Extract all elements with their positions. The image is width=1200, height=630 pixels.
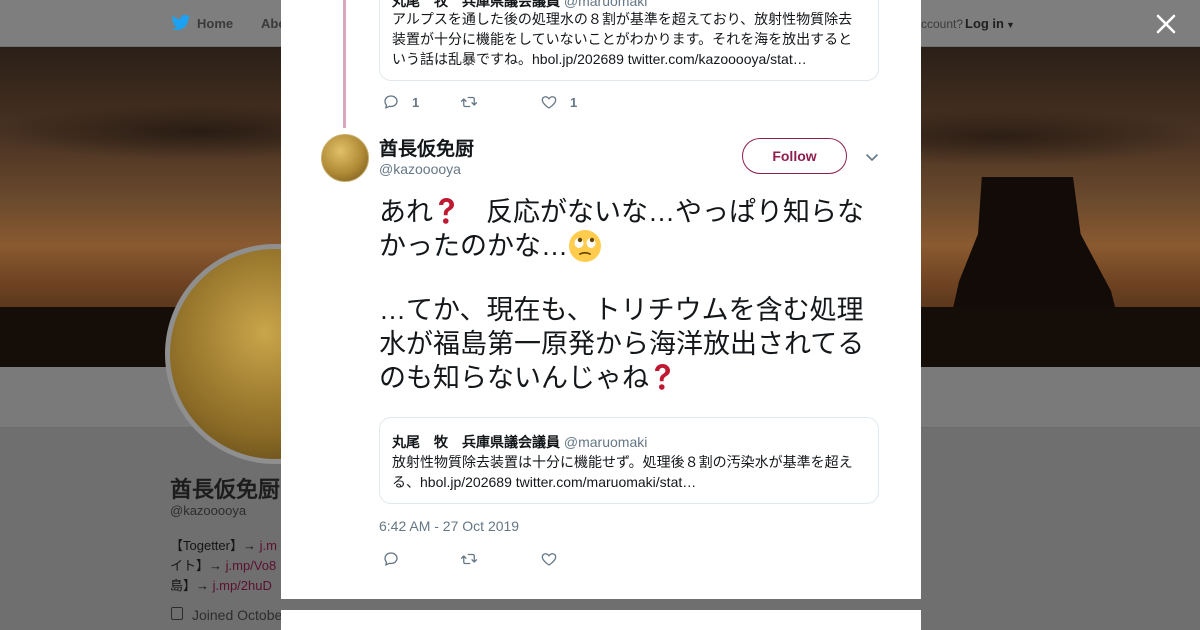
reply-action[interactable]: [382, 550, 400, 568]
profile-joined-date: Joined Octobe: [192, 607, 283, 623]
heart-icon: [541, 96, 557, 109]
like-action[interactable]: 1: [540, 93, 577, 111]
profile-bio-line: イト】→ j.mp/Vo8: [170, 558, 277, 573]
account-prompt: ccount?: [921, 17, 964, 31]
follow-button[interactable]: Follow: [742, 138, 847, 174]
author-avatar[interactable]: [321, 134, 369, 182]
tweet-timestamp[interactable]: 6:42 AM - 27 Oct 2019: [379, 518, 519, 534]
quoted-author-handle: @maruomaki: [563, 434, 648, 450]
like-count: 1: [570, 94, 578, 110]
bio-link[interactable]: j.mp/Vo8: [226, 558, 277, 573]
reply-icon: [384, 552, 398, 566]
profile-bio-line: 【Togetter】→ j.m: [170, 538, 277, 553]
red-question-mark-icon: [439, 198, 454, 224]
calendar-icon: [171, 607, 183, 620]
quoted-author-handle: @maruomaki: [563, 0, 648, 9]
like-action[interactable]: [540, 550, 558, 568]
tweet-paragraph: …てか、現在も、トリチウムを含む処理水が福島第一原発から海洋放出されてるのも知ら…: [379, 295, 865, 393]
red-question-mark-icon: [655, 364, 670, 390]
reply-area: [281, 610, 921, 630]
quoted-tweet-card[interactable]: 丸尾 牧 兵庫県議会議員 @maruomaki 放射性物質除去装置は十分に機能せ…: [379, 417, 879, 504]
reply-icon: [384, 95, 398, 109]
profile-handle: @kazooooya: [170, 503, 247, 518]
retweet-icon: [460, 96, 478, 108]
bio-link[interactable]: j.mp/2huD: [213, 578, 272, 593]
retweet-icon: [460, 553, 478, 565]
login-label: Log in: [965, 16, 1004, 31]
author-name[interactable]: 酋長仮免厨: [379, 134, 474, 161]
heart-icon: [541, 553, 557, 566]
rolling-eyes-emoji-icon: [569, 230, 601, 262]
twitter-bird-icon[interactable]: [171, 14, 191, 32]
thread-connector-line: [343, 0, 346, 128]
bio-link[interactable]: j.m: [260, 538, 277, 553]
close-icon[interactable]: [1152, 10, 1180, 38]
caret-down-icon: ▼: [1006, 20, 1015, 30]
chevron-down-icon[interactable]: [865, 150, 879, 164]
nav-home-link[interactable]: Home: [197, 16, 233, 31]
quoted-tweet-card[interactable]: 丸尾 牧 兵庫県議会議員 @maruomaki アルプスを通した後の処理水の８割…: [379, 0, 879, 81]
retweet-action[interactable]: [460, 550, 478, 568]
quoted-tweet-text: アルプスを通した後の処理水の８割が基準を超えており、放射性物質除去装置が十分に機…: [392, 11, 853, 67]
quoted-tweet-header: 丸尾 牧 兵庫県議会議員 @maruomaki: [392, 432, 647, 452]
tweet-modal: 丸尾 牧 兵庫県議会議員 @maruomaki アルプスを通した後の処理水の８割…: [281, 0, 921, 599]
retweet-action[interactable]: [460, 93, 490, 111]
reply-count: 1: [412, 94, 420, 110]
profile-name: 酋長仮免厨: [170, 477, 281, 502]
reply-action[interactable]: 1: [382, 93, 419, 111]
tweet-paragraph: あれ 反応がないな…やっぱり知らなかったのかな…: [379, 197, 864, 262]
tweet-text: あれ 反応がないな…やっぱり知らなかったのかな… …てか、現在も、トリチウムを含…: [379, 195, 889, 395]
quoted-author-name: 丸尾 牧 兵庫県議会議員: [392, 434, 560, 450]
login-dropdown[interactable]: Log in ▼: [965, 16, 1015, 31]
author-handle[interactable]: @kazooooya: [379, 161, 461, 177]
quoted-author-name: 丸尾 牧 兵庫県議会議員: [392, 0, 560, 9]
quoted-tweet-text: 放射性物質除去装置は十分に機能せず。処理後８割の汚染水が基準を超える、hbol.…: [392, 454, 853, 490]
profile-bio-line: 島】→ j.mp/2huD: [170, 578, 272, 593]
